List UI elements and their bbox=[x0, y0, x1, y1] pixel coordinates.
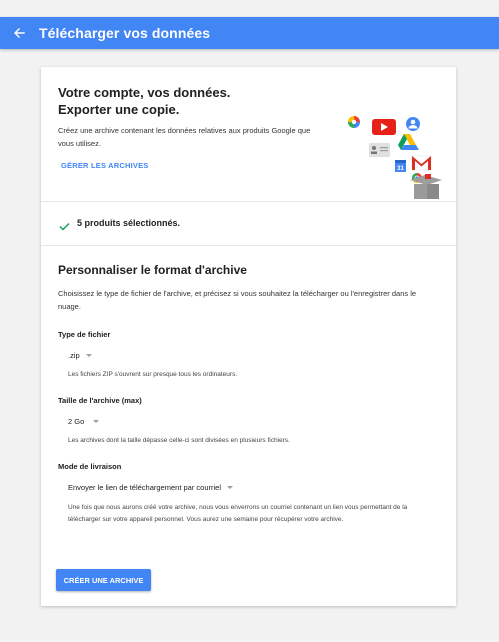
selection-section: 5 produits sélectionnés. bbox=[41, 202, 456, 246]
calendar-icon: 31 bbox=[395, 160, 406, 172]
file-type-note: Les fichiers ZIP s'ouvrent sur presque t… bbox=[68, 371, 238, 378]
chevron-down-icon bbox=[227, 486, 233, 489]
drive-icon bbox=[398, 134, 419, 150]
app-bar: Télécharger vos données bbox=[0, 17, 499, 49]
file-type-label: Type de fichier bbox=[58, 330, 111, 339]
contacts-icon bbox=[406, 117, 420, 131]
delivery-select[interactable]: Envoyer le lien de téléchargement par co… bbox=[68, 483, 233, 492]
intro-section: Votre compte, vos données. Exporter une … bbox=[41, 67, 456, 202]
box-icon bbox=[410, 174, 442, 199]
checkmark-icon bbox=[59, 218, 70, 236]
arrow-left-icon[interactable] bbox=[11, 25, 27, 41]
chevron-down-icon bbox=[85, 354, 92, 357]
intro-description: Créez une archive contenant les données … bbox=[58, 126, 311, 148]
gmail-icon bbox=[411, 155, 432, 171]
manage-archives-link[interactable]: GÉRER LES ARCHIVES bbox=[61, 161, 149, 170]
intro-headline: Votre compte, vos données. Exporter une … bbox=[58, 84, 230, 118]
export-card: Votre compte, vos données. Exporter une … bbox=[41, 67, 456, 606]
customize-title: Personnaliser le format d'archive bbox=[58, 263, 247, 277]
create-archive-button[interactable]: CRÉER UNE ARCHIVE bbox=[56, 569, 151, 591]
archive-size-value: 2 Go bbox=[68, 417, 85, 426]
archive-size-note: Les archives dont la taille dépasse cell… bbox=[68, 437, 290, 444]
delivery-value: Envoyer le lien de téléchargement par co… bbox=[68, 483, 221, 492]
customize-description: Choisissez le type de fichier de l'archi… bbox=[58, 289, 417, 311]
delivery-note: Une fois que nous aurons créé votre arch… bbox=[68, 504, 408, 523]
photos-icon bbox=[348, 116, 360, 128]
svg-text:31: 31 bbox=[397, 166, 404, 172]
contact-card-icon bbox=[369, 143, 390, 157]
headline-line-1: Votre compte, vos données. bbox=[58, 85, 231, 100]
archive-size-label: Taille de l'archive (max) bbox=[58, 396, 142, 405]
file-type-value: .zip bbox=[68, 351, 80, 360]
archive-size-select[interactable]: 2 Go bbox=[68, 417, 100, 426]
youtube-icon bbox=[372, 119, 396, 135]
file-type-select[interactable]: .zip bbox=[68, 351, 92, 360]
delivery-label: Mode de livraison bbox=[58, 462, 122, 471]
selected-products-text: 5 produits sélectionnés. bbox=[77, 218, 181, 228]
chrome-icon bbox=[412, 173, 422, 183]
headline-line-2: Exporter une copie. bbox=[58, 102, 180, 117]
chevron-down-icon bbox=[93, 420, 100, 423]
page-title: Télécharger vos données bbox=[39, 25, 211, 41]
